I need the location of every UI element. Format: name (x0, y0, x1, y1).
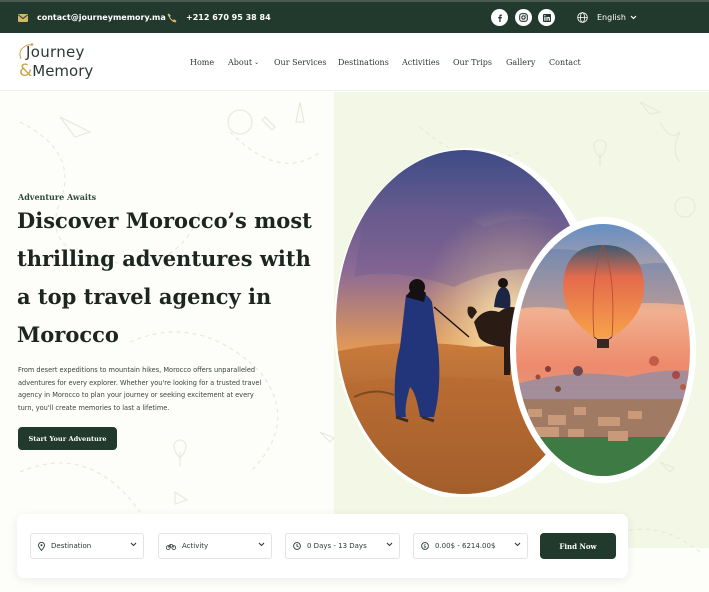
chevron-down-icon (386, 542, 393, 547)
price-select-value: 0.00$ - 6214.00$ (435, 542, 496, 550)
nav-gallery[interactable]: Gallery (506, 33, 535, 91)
nav-our-services[interactable]: Our Services (274, 33, 327, 91)
contact-phone-text: +212 670 95 38 84 (186, 13, 271, 22)
nav-about[interactable]: About ⌄ (228, 33, 259, 91)
trip-search-bar: Destination Activity 0 Days - 13 Days $ … (17, 514, 628, 578)
nav-our-trips[interactable]: Our Trips (453, 33, 492, 91)
headline-line: Morocco (17, 322, 119, 347)
destination-select[interactable]: Destination (30, 533, 144, 559)
chevron-down-icon (130, 542, 137, 547)
facebook-icon[interactable] (491, 9, 508, 26)
contact-email-text: contact@journeymemory.ma (37, 13, 166, 22)
phone-icon (167, 13, 177, 23)
nav-destinations-label: Destinations (338, 57, 389, 67)
headline-line: thrilling adventures with (17, 246, 311, 271)
logo-line2: &Memory (19, 61, 93, 81)
nav-destinations[interactable]: Destinations (338, 33, 389, 91)
nav-about-label: About (228, 57, 253, 67)
top-bar: contact@journeymemory.ma +212 670 95 38 … (0, 0, 709, 33)
location-pin-icon (38, 541, 45, 551)
svg-text:$: $ (423, 544, 426, 550)
hero-section: Adventure Awaits Discover Morocco’s most… (0, 92, 709, 592)
nav-our-services-label: Our Services (274, 57, 327, 67)
language-label: English (597, 13, 626, 22)
site-header: Journey &Memory Home About ⌄ Our Services… (0, 33, 709, 91)
nav-activities[interactable]: Activities (402, 33, 440, 91)
activity-select-value: Activity (182, 542, 209, 550)
price-select[interactable]: $ 0.00$ - 6214.00$ (413, 533, 528, 559)
headline-line: Discover Morocco’s most (17, 208, 312, 233)
paragraph-line: adventures for every explorer. Whether y… (18, 378, 262, 387)
activity-select[interactable]: Activity (158, 533, 272, 559)
nav-activities-label: Activities (402, 57, 440, 67)
contact-email[interactable]: contact@journeymemory.ma (18, 2, 166, 33)
nav-our-trips-label: Our Trips (453, 57, 493, 67)
hero-paragraph: From desert expeditions to mountain hike… (18, 364, 283, 414)
logo-ampersand: & (19, 61, 33, 81)
dollar-coin-icon: $ (421, 542, 429, 550)
duration-select-value: 0 Days - 13 Days (307, 542, 367, 550)
duration-select[interactable]: 0 Days - 13 Days (285, 533, 400, 559)
hero-eyebrow: Adventure Awaits (18, 192, 97, 202)
logo-line1: Journey (26, 43, 85, 61)
envelope-icon (18, 13, 28, 22)
destination-select-value: Destination (51, 542, 92, 550)
chevron-down-icon: ⌄ (254, 58, 260, 66)
linkedin-icon[interactable] (538, 9, 555, 26)
chevron-down-icon (630, 15, 637, 20)
bicycle-icon (166, 543, 176, 550)
start-adventure-button[interactable]: Start Your Adventure (18, 427, 117, 450)
nav-contact[interactable]: Contact (549, 33, 581, 91)
chevron-down-icon (258, 542, 265, 547)
nav-gallery-label: Gallery (506, 57, 536, 67)
paragraph-line: turn, you'll create memories to last a l… (18, 403, 170, 412)
hot-air-balloon-image (510, 217, 696, 483)
headline-line: a top travel agency in (17, 284, 272, 309)
paragraph-line: agency in Morocco to plan your journey o… (18, 391, 254, 399)
clock-icon (293, 542, 301, 550)
contact-phone[interactable]: +212 670 95 38 84 (167, 2, 271, 33)
logo[interactable]: Journey &Memory (17, 41, 107, 85)
nav-home-label: Home (190, 57, 215, 67)
find-now-button[interactable]: Find Now (540, 533, 616, 559)
logo-line2-text: Memory (32, 62, 94, 80)
chevron-down-icon (514, 542, 521, 547)
instagram-icon[interactable] (515, 9, 532, 26)
language-selector[interactable]: English (577, 2, 637, 33)
paragraph-line: From desert expeditions to mountain hike… (18, 366, 256, 374)
nav-home[interactable]: Home (190, 33, 214, 91)
nav-contact-label: Contact (549, 57, 581, 67)
hero-headline: Discover Morocco’s most thrilling advent… (17, 202, 327, 354)
globe-icon (577, 12, 588, 23)
